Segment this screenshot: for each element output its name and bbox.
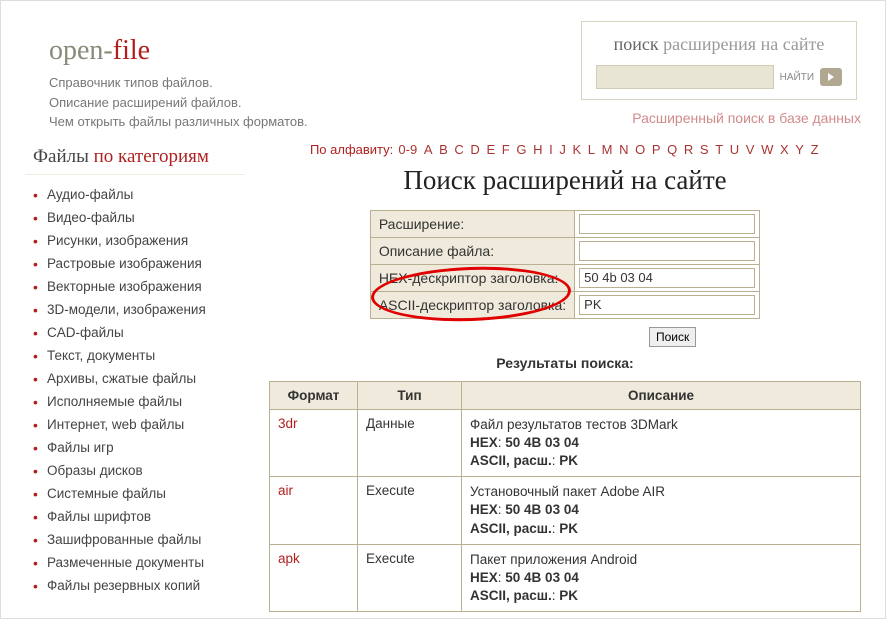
description-input[interactable] <box>579 241 755 261</box>
results-table: Формат Тип Описание 3drДанныеФайл резуль… <box>269 381 861 613</box>
alpha-letter-link[interactable]: Z <box>811 142 819 157</box>
sidebar-item[interactable]: Аудио-файлы <box>33 183 245 206</box>
table-row: airExecuteУстановочный пакет Adobe AIRHE… <box>270 477 861 545</box>
result-description: Файл результатов тестов 3DMarkHEX: 50 4B… <box>462 409 861 477</box>
alpha-letter-link[interactable]: 0-9 <box>398 142 417 157</box>
alpha-letter-link[interactable]: A <box>424 142 433 157</box>
site-search-input[interactable] <box>596 65 774 89</box>
result-description: Пакет приложения AndroidHEX: 50 4B 03 04… <box>462 544 861 612</box>
alpha-letter-link[interactable]: O <box>635 142 645 157</box>
form-label-description: Описание файла: <box>370 237 574 264</box>
alpha-letter-link[interactable]: X <box>780 142 789 157</box>
sidebar-item[interactable]: CAD-файлы <box>33 321 245 344</box>
sidebar-list: Аудио-файлыВидео-файлыРисунки, изображен… <box>25 183 245 597</box>
form-label-extension: Расширение: <box>370 210 574 237</box>
search-go-button[interactable] <box>820 68 842 86</box>
alpha-letter-link[interactable]: K <box>572 142 581 157</box>
main-content: По алфавиту: 0-9 A B C D E F G H I J K L… <box>269 142 861 613</box>
alpha-letter-link[interactable]: J <box>559 142 566 157</box>
alpha-letter-link[interactable]: B <box>439 142 448 157</box>
page-heading: Поиск расширений на сайте <box>269 165 861 196</box>
sidebar-title-part2: по категориям <box>94 146 209 167</box>
sidebar-item[interactable]: Видео-файлы <box>33 206 245 229</box>
sidebar-item[interactable]: Файлы игр <box>33 436 245 459</box>
play-icon <box>827 73 835 81</box>
brand-block: open-file Справочник типов файлов. Описа… <box>25 21 308 132</box>
logo-part1: open- <box>49 35 113 66</box>
alpha-letter-link[interactable]: U <box>730 142 739 157</box>
search-box-title: поиск расширения на сайте <box>596 34 842 55</box>
alpha-letter-link[interactable]: Q <box>667 142 677 157</box>
sidebar-item[interactable]: Интернет, web файлы <box>33 413 245 436</box>
sidebar-item[interactable]: Системные файлы <box>33 482 245 505</box>
sidebar-item[interactable]: Образы дисков <box>33 459 245 482</box>
result-format[interactable]: air <box>270 477 358 545</box>
sidebar-item[interactable]: Файлы шрифтов <box>33 505 245 528</box>
result-type: Execute <box>358 477 462 545</box>
tagline: Справочник типов файлов. Описание расшир… <box>49 73 308 132</box>
find-label: НАЙТИ <box>780 72 814 83</box>
sidebar-item[interactable]: Растровые изображения <box>33 252 245 275</box>
col-description: Описание <box>462 381 861 409</box>
alpha-letter-link[interactable]: F <box>502 142 510 157</box>
alpha-letter-link[interactable]: M <box>602 142 613 157</box>
alpha-letter-link[interactable]: R <box>684 142 693 157</box>
form-label-ascii: ASCII-дескриптор заголовка: <box>370 291 574 318</box>
site-search-box: поиск расширения на сайте НАЙТИ <box>581 21 857 100</box>
result-description: Установочный пакет Adobe AIRHEX: 50 4B 0… <box>462 477 861 545</box>
col-type: Тип <box>358 381 462 409</box>
result-format[interactable]: 3dr <box>270 409 358 477</box>
hex-descriptor-input[interactable] <box>579 268 755 288</box>
advanced-search-link[interactable]: Расширенный поиск в базе данных <box>581 110 861 126</box>
alphabet-nav: По алфавиту: 0-9 A B C D E F G H I J K L… <box>269 142 861 157</box>
logo-part2: file <box>113 35 150 66</box>
alpha-letter-link[interactable]: N <box>619 142 628 157</box>
extension-input[interactable] <box>579 214 755 234</box>
sidebar-item[interactable]: Текст, документы <box>33 344 245 367</box>
result-type: Данные <box>358 409 462 477</box>
alpha-letter-link[interactable]: E <box>486 142 495 157</box>
tagline-line: Чем открыть файлы различных форматов. <box>49 112 308 132</box>
alpha-letter-link[interactable]: H <box>533 142 542 157</box>
alpha-letter-link[interactable]: G <box>516 142 526 157</box>
sidebar-item[interactable]: Рисунки, изображения <box>33 229 245 252</box>
result-format[interactable]: apk <box>270 544 358 612</box>
table-row: 3drДанныеФайл результатов тестов 3DMarkH… <box>270 409 861 477</box>
sidebar-title: Файлы по категориям <box>25 142 245 175</box>
site-logo[interactable]: open-file <box>49 35 308 67</box>
form-label-hex: HEX-дескриптор заголовка: <box>370 264 574 291</box>
table-row: apkExecuteПакет приложения AndroidHEX: 5… <box>270 544 861 612</box>
alpha-letter-link[interactable]: Y <box>795 142 804 157</box>
search-title-bold: поиск <box>614 34 659 54</box>
alpha-letter-link[interactable]: L <box>588 142 595 157</box>
col-format: Формат <box>270 381 358 409</box>
search-title-rest: расширения на сайте <box>659 34 825 54</box>
sidebar-item[interactable]: 3D-модели, изображения <box>33 298 245 321</box>
results-heading: Результаты поиска: <box>269 355 861 371</box>
alpha-letter-link[interactable]: W <box>761 142 773 157</box>
alpha-letter-link[interactable]: D <box>470 142 479 157</box>
sidebar-item[interactable]: Исполняемые файлы <box>33 390 245 413</box>
result-type: Execute <box>358 544 462 612</box>
alpha-letter-link[interactable]: I <box>549 142 553 157</box>
alphabet-label: По алфавиту: <box>310 142 393 157</box>
alpha-letter-link[interactable]: V <box>746 142 755 157</box>
search-submit-button[interactable]: Поиск <box>649 327 696 347</box>
sidebar: Файлы по категориям Аудио-файлыВидео-фай… <box>25 142 245 613</box>
ascii-descriptor-input[interactable] <box>579 295 755 315</box>
sidebar-title-part1: Файлы <box>33 146 94 167</box>
sidebar-item[interactable]: Зашифрованные файлы <box>33 528 245 551</box>
tagline-line: Описание расширений файлов. <box>49 93 308 113</box>
alpha-letter-link[interactable]: T <box>715 142 723 157</box>
sidebar-item[interactable]: Векторные изображения <box>33 275 245 298</box>
alpha-letter-link[interactable]: C <box>454 142 463 157</box>
search-form-table: Расширение: Описание файла: HEX-дескрипт… <box>370 210 760 319</box>
tagline-line: Справочник типов файлов. <box>49 73 308 93</box>
sidebar-item[interactable]: Файлы резервных копий <box>33 574 245 597</box>
alpha-letter-link[interactable]: S <box>700 142 709 157</box>
sidebar-item[interactable]: Архивы, сжатые файлы <box>33 367 245 390</box>
sidebar-item[interactable]: Размеченные документы <box>33 551 245 574</box>
alpha-letter-link[interactable]: P <box>652 142 661 157</box>
